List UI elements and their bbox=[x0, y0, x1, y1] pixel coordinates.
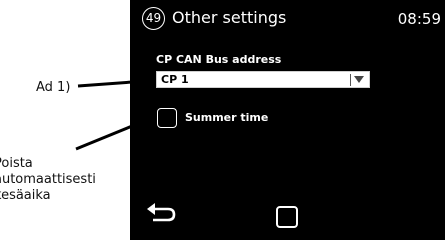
clock: 08:59 bbox=[397, 10, 441, 28]
callout-summer-line-3: kesäaika bbox=[0, 188, 51, 203]
home-button[interactable] bbox=[276, 206, 298, 228]
device-screen: 49 Other settings 08:59 CP CAN Bus addre… bbox=[130, 0, 445, 240]
can-bus-address-value: CP 1 bbox=[161, 73, 189, 86]
can-bus-address-label: CP CAN Bus address bbox=[156, 53, 282, 66]
documentation-figure: Ad 1) Poista automaattisesti kesäaika 49… bbox=[0, 0, 445, 240]
summer-time-checkbox[interactable] bbox=[157, 108, 177, 128]
summer-time-label: Summer time bbox=[185, 111, 269, 124]
callout-summer-time: Poista automaattisesti kesäaika bbox=[0, 156, 128, 204]
callout-summer-line-1: Poista bbox=[0, 156, 33, 171]
chevron-down-icon[interactable] bbox=[354, 76, 364, 83]
page-number-badge: 49 bbox=[142, 7, 165, 30]
can-bus-address-select[interactable]: CP 1 bbox=[156, 71, 370, 88]
select-divider bbox=[350, 74, 351, 86]
callout-ad-1: Ad 1) bbox=[36, 80, 71, 95]
screen-header: 49 Other settings 08:59 bbox=[130, 0, 445, 38]
page-title: Other settings bbox=[172, 8, 287, 27]
back-button[interactable] bbox=[146, 200, 178, 224]
callout-summer-line-2: automaattisesti bbox=[0, 172, 96, 187]
back-arrow-icon bbox=[147, 203, 176, 222]
